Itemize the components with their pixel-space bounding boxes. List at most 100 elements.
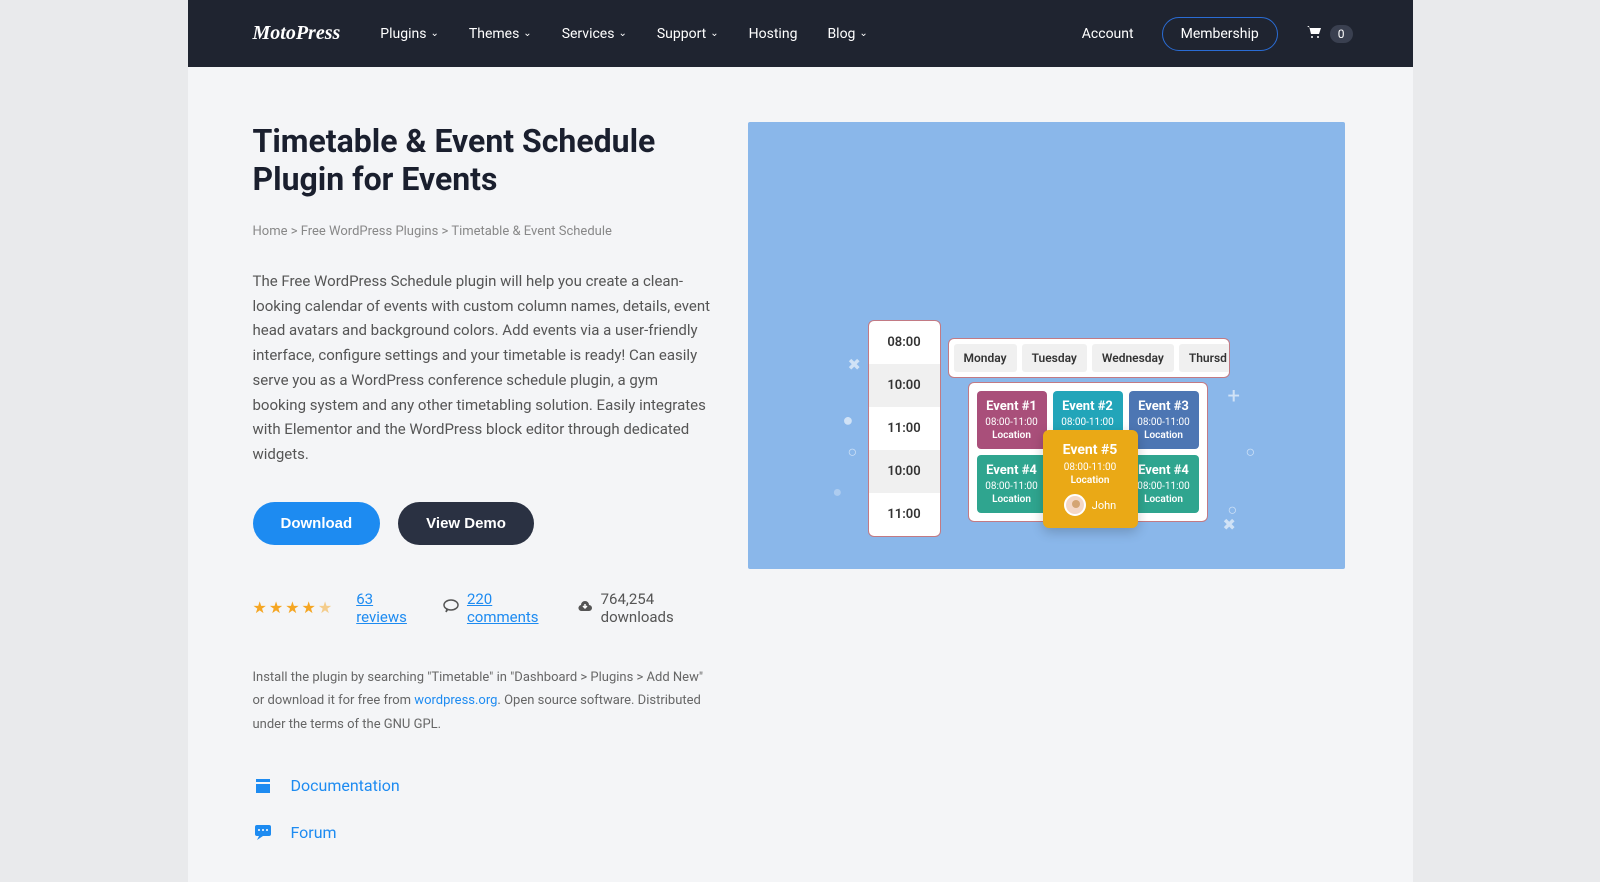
resource-label: Forum [291, 823, 337, 842]
days-row: Monday Tuesday Wednesday Thursd [948, 338, 1230, 378]
decoration: ● [843, 410, 854, 431]
avatar-icon [1064, 494, 1086, 516]
forum-icon [253, 823, 273, 841]
downloads-stat: 764,254 downloads [577, 590, 713, 626]
event-title: Event #2 [1059, 399, 1117, 414]
right-column: ✖ ● ○ + ○ ○ ● ✖ 08:00 10:00 11:00 10:00 … [748, 122, 1345, 842]
comments-link[interactable]: 220 comments [467, 590, 553, 626]
decoration: ○ [1246, 442, 1256, 462]
event-time: 08:00-11:00 [983, 417, 1041, 428]
time-cell: 10:00 [869, 450, 940, 493]
star-icon: ★ [269, 598, 283, 617]
wordpress-link[interactable]: wordpress.org [414, 693, 497, 708]
crumb-mid[interactable]: Free WordPress Plugins [301, 224, 439, 239]
account-link[interactable]: Account [1082, 26, 1134, 42]
cart-icon [1306, 24, 1322, 43]
decoration: ✖ [848, 355, 861, 374]
product-illustration: ✖ ● ○ + ○ ○ ● ✖ 08:00 10:00 11:00 10:00 … [748, 122, 1345, 569]
event-location: Location [983, 494, 1041, 505]
chevron-down-icon: ⌄ [859, 28, 867, 39]
nav-plugins[interactable]: Plugins ⌄ [380, 26, 439, 42]
decoration: ✖ [1223, 515, 1236, 534]
chevron-down-icon: ⌄ [618, 28, 626, 39]
cart[interactable]: 0 [1306, 24, 1353, 43]
day-cell: Wednesday [1092, 344, 1174, 372]
resource-label: Documentation [291, 776, 400, 795]
actions: Download View Demo [253, 502, 713, 545]
nav-support[interactable]: Support ⌄ [657, 26, 719, 42]
nav-blog[interactable]: Blog ⌄ [827, 26, 867, 42]
nav-menu: Plugins⌄ Themes⌄ Services⌄ Support⌄ Host… [380, 26, 1081, 42]
event-title: Event #3 [1135, 399, 1193, 414]
event-card: Event #3 08:00-11:00 Location [1129, 391, 1199, 449]
day-cell: Monday [954, 344, 1017, 372]
page-title: Timetable & Event Schedule Plugin for Ev… [253, 122, 713, 199]
navbar: MotoPress Plugins⌄ Themes⌄ Services⌄ Sup… [188, 0, 1413, 67]
decoration: ○ [848, 442, 858, 462]
content: Timetable & Event Schedule Plugin for Ev… [188, 67, 1413, 882]
nav-label: Themes [469, 26, 519, 42]
crumb-current: Timetable & Event Schedule [451, 224, 612, 239]
nav-hosting[interactable]: Hosting [749, 26, 798, 42]
forum-link[interactable]: Forum [253, 823, 713, 842]
event-time: 08:00-11:00 [1059, 417, 1117, 428]
documentation-icon [253, 776, 273, 794]
documentation-link[interactable]: Documentation [253, 776, 713, 795]
nav-services[interactable]: Services⌄ [562, 26, 627, 42]
event-location: Location [1135, 494, 1193, 505]
event-title: Event #5 [1051, 442, 1130, 458]
nav-label: Services [562, 26, 615, 42]
download-icon [577, 599, 593, 617]
time-column: 08:00 10:00 11:00 10:00 11:00 [868, 320, 941, 537]
nav-right: Account Membership 0 [1082, 17, 1353, 51]
cart-count: 0 [1330, 25, 1353, 43]
logo[interactable]: MotoPress [253, 22, 341, 45]
avatar-name: John [1092, 499, 1116, 512]
left-column: Timetable & Event Schedule Plugin for Ev… [253, 122, 713, 842]
comment-icon [443, 599, 459, 617]
download-button[interactable]: Download [253, 502, 381, 545]
view-demo-button[interactable]: View Demo [398, 502, 534, 545]
nav-label: Plugins [380, 26, 426, 42]
event-author: John [1051, 494, 1130, 516]
time-cell: 11:00 [869, 407, 940, 450]
install-note: Install the plugin by searching "Timetab… [253, 666, 713, 736]
event-location: Location [983, 430, 1041, 441]
star-half-icon: ★ [318, 598, 332, 617]
membership-button[interactable]: Membership [1162, 17, 1278, 51]
nav-themes[interactable]: Themes ⌄ [469, 26, 532, 42]
event-location: Location [1051, 475, 1130, 486]
nav-label: Support [657, 26, 706, 42]
event-title: Event #1 [983, 399, 1041, 414]
event-card-highlight: Event #5 08:00-11:00 Location John [1043, 430, 1138, 528]
event-time: 08:00-11:00 [1135, 417, 1193, 428]
description: The Free WordPress Schedule plugin will … [253, 269, 713, 467]
event-time: 08:00-11:00 [1135, 481, 1193, 492]
event-title: Event #4 [983, 463, 1041, 478]
crumb-home[interactable]: Home [253, 224, 288, 239]
chevron-down-icon: ⌄ [523, 28, 531, 39]
breadcrumb: Home > Free WordPress Plugins > Timetabl… [253, 224, 713, 239]
day-cell: Tuesday [1022, 344, 1087, 372]
chevron-down-icon: ⌄ [710, 28, 718, 39]
star-icon: ★ [253, 598, 267, 617]
downloads-text: 764,254 downloads [601, 590, 713, 626]
event-title: Event #4 [1135, 463, 1193, 478]
day-cell: Thursd [1179, 344, 1230, 372]
nav-label: Blog [827, 26, 855, 42]
reviews-link[interactable]: 63 reviews [356, 590, 419, 626]
decoration: ● [833, 482, 843, 502]
time-cell: 11:00 [869, 493, 940, 536]
stats-row: ★ ★ ★ ★ ★ 63 reviews 220 comments 764,25… [253, 590, 713, 626]
time-cell: 08:00 [869, 321, 940, 364]
event-card: Event #1 08:00-11:00 Location [977, 391, 1047, 449]
nav-label: Hosting [749, 26, 798, 42]
decoration: + [1228, 384, 1240, 409]
time-cell: 10:00 [869, 364, 940, 407]
star-rating: ★ ★ ★ ★ ★ [253, 598, 333, 617]
event-time: 08:00-11:00 [1051, 462, 1130, 473]
comments-stat: 220 comments [443, 590, 553, 626]
chevron-down-icon: ⌄ [430, 28, 438, 39]
star-icon: ★ [285, 598, 299, 617]
event-card: Event #4 08:00-11:00 Location [1129, 455, 1199, 513]
